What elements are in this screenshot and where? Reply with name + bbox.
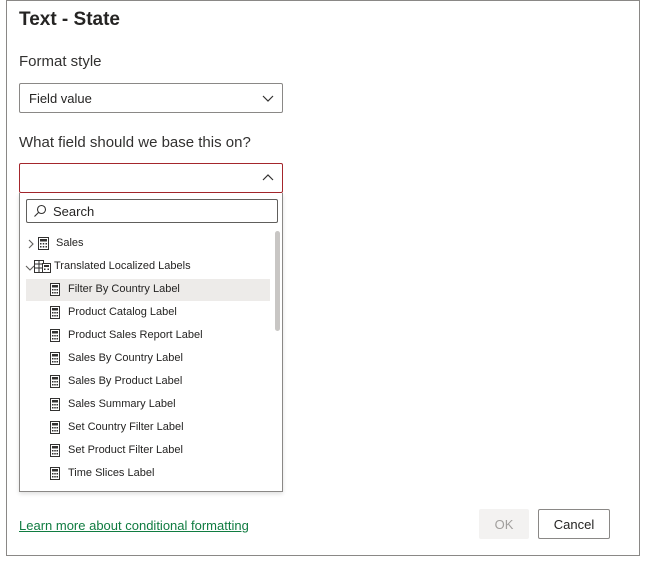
measure-icon (50, 467, 60, 480)
format-style-value: Field value (29, 91, 92, 106)
dialog-title: Text - State (19, 9, 121, 30)
measure-icon (50, 398, 60, 411)
tree-item-label: Sales Summary Label (68, 398, 176, 410)
tree-item-label: Set Country Filter Label (68, 421, 184, 433)
dropdown-scrollbar-thumb[interactable] (275, 231, 280, 331)
chevron-up-icon (262, 174, 274, 181)
chevron-down-icon (262, 95, 274, 102)
field-search-input[interactable] (53, 202, 273, 220)
tree-item-label: Sales By Country Label (68, 352, 183, 364)
measure-icon (50, 352, 60, 365)
base-field-label: What field should we base this on? (19, 134, 251, 151)
tree-item-time-slices-label[interactable]: Time Slices Label (20, 463, 270, 485)
cancel-button[interactable]: Cancel (538, 509, 610, 539)
tree-item-label: Set Product Filter Label (68, 444, 183, 456)
learn-more-link[interactable]: Learn more about conditional formatting (19, 518, 249, 533)
tree-item-label: Sales (56, 237, 84, 249)
tree-item-label: Time Slices Label (68, 467, 155, 479)
tree-item-sales[interactable]: Sales (20, 233, 270, 255)
tree-item-set-country-filter-label[interactable]: Set Country Filter Label (20, 417, 270, 439)
tree-item-sales-by-country-label[interactable]: Sales By Country Label (20, 348, 270, 370)
measure-icon (50, 283, 60, 296)
table-with-calculator-icon (34, 260, 51, 273)
tree-item-sales-by-product-label[interactable]: Sales By Product Label (20, 371, 270, 393)
tree-item-label: Filter By Country Label (68, 283, 180, 295)
chevron-right-icon[interactable] (27, 239, 35, 249)
tree-item-sales-summary-label[interactable]: Sales Summary Label (20, 394, 270, 416)
tree-item-label: Translated Localized Labels (54, 260, 191, 272)
base-field-select[interactable] (19, 163, 283, 193)
format-style-label: Format style (19, 53, 102, 70)
ok-button[interactable]: OK (479, 509, 529, 539)
tree-item-translated-localized-labels[interactable]: Translated Localized Labels (20, 256, 270, 278)
measure-icon (50, 375, 60, 388)
conditional-formatting-dialog: Text - State Format style Field value Wh… (6, 0, 640, 556)
format-style-select[interactable]: Field value (19, 83, 283, 113)
tree-item-label: Product Catalog Label (68, 306, 177, 318)
measure-icon (50, 421, 60, 434)
field-tree: Sales Translated Localized Labels Filter… (20, 231, 270, 487)
tree-item-filter-by-country-label[interactable]: Filter By Country Label (26, 279, 270, 301)
calculator-table-icon (38, 237, 49, 250)
measure-icon (50, 306, 60, 319)
field-dropdown-panel: Sales Translated Localized Labels (19, 193, 283, 492)
search-icon (34, 204, 47, 217)
tree-item-product-catalog-label[interactable]: Product Catalog Label (20, 302, 270, 324)
tree-item-set-product-filter-label[interactable]: Set Product Filter Label (20, 440, 270, 462)
measure-icon (50, 444, 60, 457)
tree-item-label: Product Sales Report Label (68, 329, 203, 341)
tree-item-product-sales-report-label[interactable]: Product Sales Report Label (20, 325, 270, 347)
field-search-box[interactable] (26, 199, 278, 223)
tree-item-label: Sales By Product Label (68, 375, 183, 387)
measure-icon (50, 329, 60, 342)
